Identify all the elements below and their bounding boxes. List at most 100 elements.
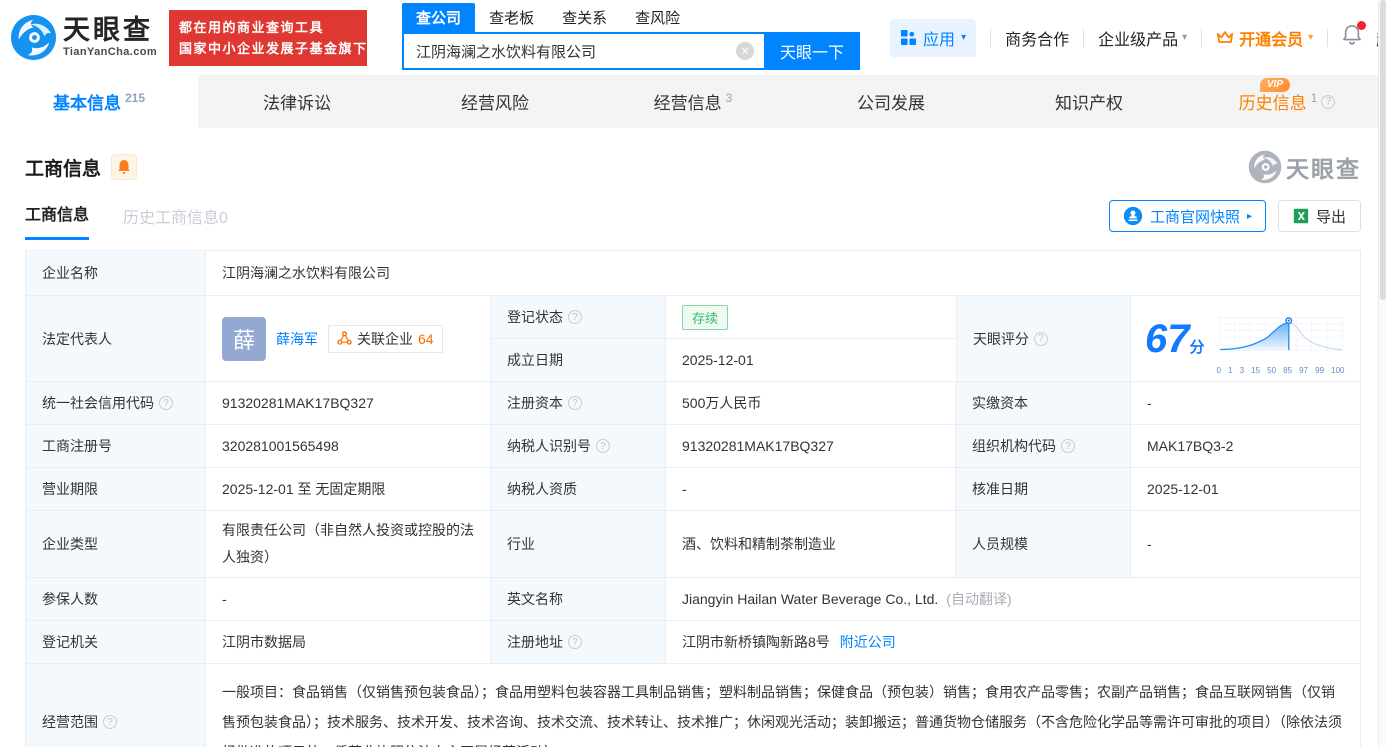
insured-count-value: -: [206, 578, 491, 620]
score-distribution-chart: 0 1 3 15 50 85 97 99 100: [1217, 303, 1345, 375]
taxpayer-quality-value: -: [666, 468, 956, 510]
search-button[interactable]: 天眼一下: [764, 32, 860, 70]
vip-badge: VIP: [1260, 78, 1290, 92]
notification-bell[interactable]: [1342, 24, 1362, 51]
cooperation-link[interactable]: 商务合作: [1005, 26, 1069, 50]
tick-label: 0: [1217, 366, 1221, 375]
english-name-label: 英文名称: [491, 578, 666, 620]
scrollbar-thumb[interactable]: [1380, 0, 1386, 300]
logo-swirl-icon: [1248, 150, 1282, 184]
legal-rep-label: 法定代表人: [26, 296, 206, 381]
industry-label: 行业: [491, 511, 666, 577]
help-icon[interactable]: ?: [159, 396, 173, 410]
reg-capital-label: 注册资本 ?: [491, 382, 666, 424]
help-icon[interactable]: ?: [568, 396, 582, 410]
company-nav-tabs: 基本信息 215 法律诉讼 经营风险 经营信息 3 公司发展 知识产权 历史信息…: [0, 75, 1386, 128]
table-row: 法定代表人 薛 薛海军 关联企业 64 登记状态 ?: [26, 295, 1360, 381]
apps-menu[interactable]: 应用 ▾: [890, 19, 976, 57]
establish-date-label: 成立日期: [491, 339, 666, 381]
divider: [1201, 29, 1202, 47]
tick-label: 99: [1315, 366, 1324, 375]
scrollbar[interactable]: [1378, 0, 1386, 747]
help-icon[interactable]: ?: [1321, 95, 1335, 109]
reg-address-value: 江阴市新桥镇陶新路8号: [682, 632, 830, 652]
search-tab-risk[interactable]: 查风险: [621, 3, 694, 32]
business-scope-label: 经营范围 ?: [26, 664, 206, 747]
help-icon[interactable]: ?: [568, 310, 582, 324]
tick-label: 85: [1283, 366, 1292, 375]
reg-address-cell: 江阴市新桥镇陶新路8号 附近公司: [666, 621, 1360, 663]
credit-code-value: 91320281MAK17BQ327: [206, 382, 491, 424]
tab-business-info[interactable]: 经营信息 3: [594, 75, 792, 128]
related-companies-badge[interactable]: 关联企业 64: [328, 325, 443, 353]
tianyancha-logo[interactable]: 天眼查 TianYanCha.com: [10, 14, 157, 61]
business-term-label: 营业期限: [26, 468, 206, 510]
promo-line1: 都在用的商业查询工具: [179, 17, 357, 38]
bell-curve-chart: [1217, 303, 1345, 365]
tick-label: 100: [1331, 366, 1344, 375]
official-snapshot-button[interactable]: 工商官网快照 ▸: [1109, 200, 1266, 232]
company-type-label: 企业类型: [26, 511, 206, 577]
subtab-business-registration[interactable]: 工商信息: [25, 201, 89, 240]
avatar[interactable]: 薛: [222, 317, 266, 361]
search-area: 查公司 查老板 查关系 查风险 ✕ 天眼一下: [402, 5, 860, 70]
table-row: 营业期限 2025-12-01 至 无固定期限 纳税人资质 - 核准日期 202…: [26, 467, 1360, 510]
export-button[interactable]: 导出: [1278, 200, 1361, 232]
approval-date-value: 2025-12-01: [1131, 468, 1360, 510]
apps-label: 应用: [923, 26, 955, 50]
insured-count-label: 参保人数: [26, 578, 206, 620]
search-tab-boss[interactable]: 查老板: [475, 3, 548, 32]
promo-banner: 都在用的商业查询工具 国家中小企业发展子基金旗下机构: [169, 10, 367, 66]
subtab-history-registration[interactable]: 历史工商信息0: [123, 204, 228, 240]
tab-operational-risk[interactable]: 经营风险: [396, 75, 594, 128]
help-icon[interactable]: ?: [568, 635, 582, 649]
tab-label: 法律诉讼: [263, 89, 331, 114]
search-tab-company[interactable]: 查公司: [402, 3, 475, 32]
company-type-value: 有限责任公司（非自然人投资或控股的法人独资）: [206, 511, 491, 577]
nearby-companies-link[interactable]: 附近公司: [840, 632, 896, 652]
org-code-value: MAK17BQ3-2: [1131, 425, 1360, 467]
tab-label: 知识产权: [1055, 89, 1123, 114]
score-unit: 分: [1190, 339, 1205, 356]
help-icon[interactable]: ?: [1061, 439, 1075, 453]
help-icon[interactable]: ?: [596, 439, 610, 453]
business-term-value: 2025-12-01 至 无固定期限: [206, 468, 491, 510]
help-icon[interactable]: ?: [1034, 332, 1048, 346]
help-icon[interactable]: ?: [103, 715, 117, 729]
tab-label: 公司发展: [857, 89, 925, 114]
tab-count: 215: [125, 91, 145, 105]
excel-icon: [1293, 208, 1309, 224]
search-tabs: 查公司 查老板 查关系 查风险: [402, 5, 860, 32]
taxpayer-id-label: 纳税人识别号 ?: [491, 425, 666, 467]
table-row: 企业类型 有限责任公司（非自然人投资或控股的法人独资） 行业 酒、饮料和精制茶制…: [26, 510, 1360, 577]
tab-label: 历史信息: [1239, 89, 1307, 114]
search-input[interactable]: [402, 32, 764, 70]
page-title: 工商信息: [25, 154, 101, 181]
grid-apps-icon: [900, 29, 917, 46]
tianyan-score-cell[interactable]: 67分: [1131, 296, 1360, 381]
open-vip-menu[interactable]: 开通会员 ▾: [1216, 26, 1313, 50]
org-code-label: 组织机构代码 ?: [956, 425, 1131, 467]
business-scope-value: 一般项目：食品销售（仅销售预包装食品）；食品用塑料包装容器工具制品销售；塑料制品…: [206, 664, 1360, 747]
industry-value: 酒、饮料和精制茶制造业: [666, 511, 956, 577]
tab-history-info[interactable]: 历史信息 1 ? VIP: [1188, 75, 1386, 128]
divider: [990, 29, 991, 47]
tab-legal-proceedings[interactable]: 法律诉讼: [198, 75, 396, 128]
score-marker-pin: [1285, 317, 1292, 324]
enterprise-menu[interactable]: 企业级产品 ▾: [1098, 26, 1187, 50]
english-name-value: Jiangyin Hailan Water Beverage Co., Ltd.: [682, 591, 938, 607]
tab-intellectual-property[interactable]: 知识产权: [990, 75, 1188, 128]
monitor-bell-button[interactable]: [111, 154, 137, 180]
tab-company-development[interactable]: 公司发展: [792, 75, 990, 128]
chevron-down-icon: ▾: [1182, 32, 1187, 43]
legal-rep-link[interactable]: 薛海军: [276, 329, 318, 349]
top-header: 天眼查 TianYanCha.com 都在用的商业查询工具 国家中小企业发展子基…: [0, 0, 1386, 75]
network-icon: [337, 331, 352, 346]
reg-number-value: 320281001565498: [206, 425, 491, 467]
search-tab-relation[interactable]: 查关系: [548, 3, 621, 32]
tab-basic-info[interactable]: 基本信息 215: [0, 75, 198, 128]
reg-number-label: 工商注册号: [26, 425, 206, 467]
related-companies-label: 关联企业: [357, 329, 413, 349]
logo-swirl-icon: [10, 14, 57, 61]
clear-icon[interactable]: ✕: [736, 42, 754, 60]
